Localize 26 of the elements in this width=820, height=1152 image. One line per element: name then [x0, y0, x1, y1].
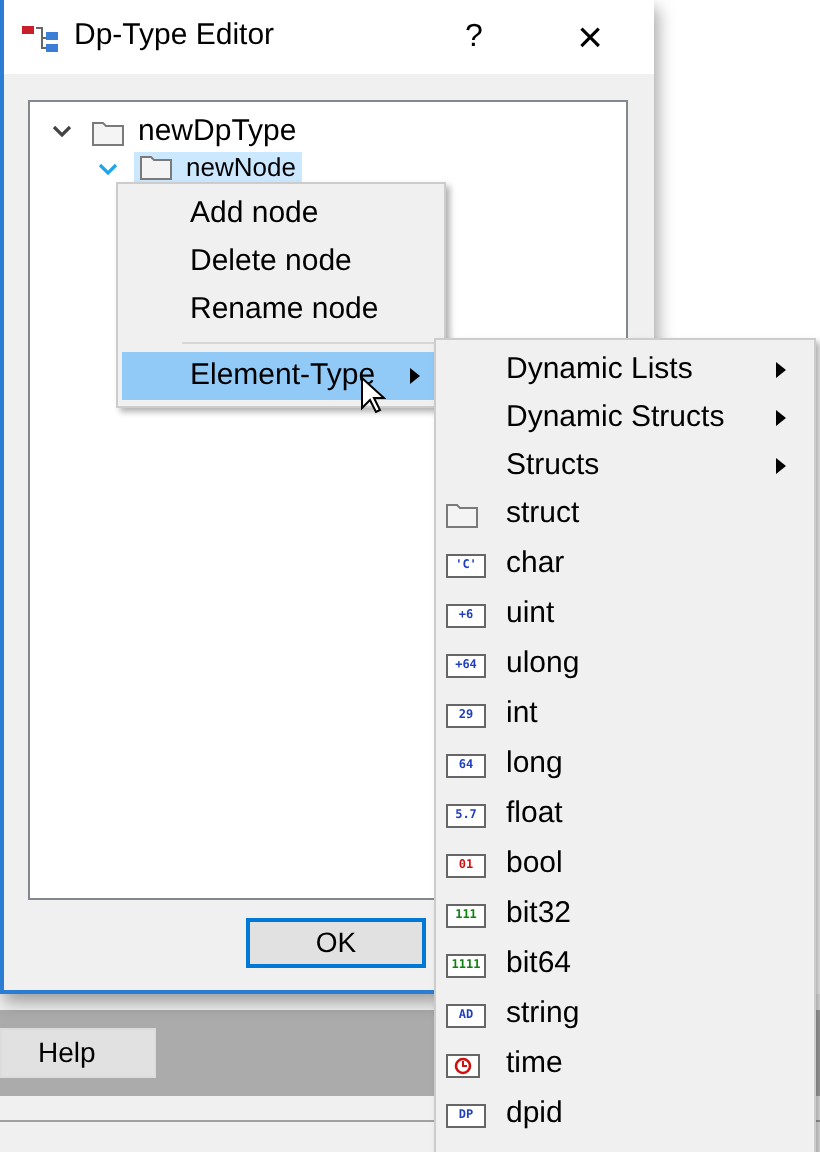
menu-item[interactable]: struct: [436, 490, 814, 540]
tree-item-label: newDpType: [138, 111, 297, 152]
menu-item[interactable]: Element-Type: [122, 352, 440, 400]
submenu-arrow-icon: [776, 410, 786, 426]
window-title: Dp-Type Editor: [74, 16, 275, 57]
tree-item-label: newNode: [186, 152, 296, 182]
menu-item[interactable]: Add node: [122, 190, 440, 238]
folder-icon: [446, 502, 478, 528]
app-icon: [22, 23, 58, 51]
menu-item[interactable]: Delete node: [122, 238, 440, 286]
folder-icon: [92, 119, 124, 145]
clock-icon: [446, 1053, 480, 1077]
ok-button[interactable]: OK: [246, 918, 426, 968]
submenu-arrow-icon: [776, 458, 786, 474]
close-button[interactable]: ×: [566, 15, 614, 59]
menu-item[interactable]: Dynamic Lists: [436, 346, 814, 394]
help-button[interactable]: Help: [0, 1028, 156, 1078]
menu-item[interactable]: time: [436, 1040, 814, 1090]
menu-item[interactable]: Rename node: [122, 286, 440, 334]
menu-item[interactable]: Structs: [436, 442, 814, 490]
help-icon-button[interactable]: ?: [450, 13, 498, 61]
menu-item[interactable]: Dynamic Structs: [436, 394, 814, 442]
tree-item[interactable]: newNode: [134, 152, 302, 182]
chevron-down-icon[interactable]: [52, 124, 72, 140]
tree-item[interactable]: newDpType: [88, 109, 301, 155]
submenu-arrow-icon: [776, 362, 786, 378]
